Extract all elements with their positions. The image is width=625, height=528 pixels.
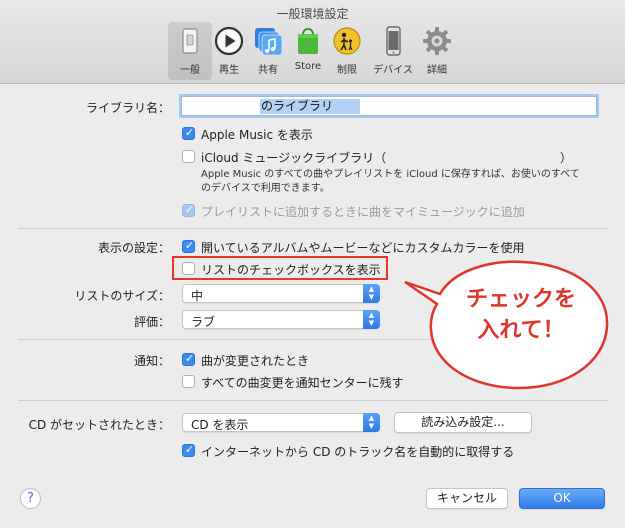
custom-color-checkbox[interactable]: ✓ (182, 239, 195, 253)
section-divider (18, 228, 608, 229)
device-iphone-icon (386, 26, 401, 56)
song-change-label: 曲が変更されたとき (201, 354, 310, 368)
list-size-select[interactable]: 中 ▲ ▼ (182, 284, 380, 303)
window-title: 一般環境設定 (276, 7, 349, 21)
toolbar-label-advanced: 詳細 (427, 65, 447, 76)
all-changes-checkbox[interactable] (182, 375, 195, 388)
icloud-note-line1: Apple Music のすべての曲やプレイリストを iCloud に保存すれば… (201, 169, 580, 180)
chevron-updown-icon: ▲ ▼ (363, 284, 380, 303)
annotation-text: チェックを 入れて！ (432, 284, 610, 346)
annotation-line2: 入れて！ (477, 318, 565, 343)
auto-fetch-checkbox[interactable]: ✓ (182, 443, 195, 457)
checkmark-icon: ✓ (184, 443, 195, 456)
import-settings-button[interactable]: 読み込み設定... (394, 412, 532, 433)
rating-select[interactable]: ラブ ▲ ▼ (182, 310, 380, 329)
gear-icon (423, 27, 451, 55)
auto-fetch-label: インターネットから CD のトラック名を自動的に取得する (201, 445, 515, 459)
preferences-window: 一般環境設定 一般 再生 共有 Store 制限 デバイス 詳細 ライブラリ名：… (0, 0, 625, 528)
chevron-updown-icon: ▲ ▼ (363, 310, 380, 329)
playlist-add-checkbox: ✓ (182, 203, 195, 217)
checkmark-icon: ✓ (184, 239, 195, 252)
checkmark-icon: ✓ (184, 126, 195, 139)
list-size-value: 中 (191, 289, 204, 303)
store-bag-icon (298, 28, 318, 54)
icloud-library-label: iCloud ミュージックライブラリ（ (201, 151, 387, 165)
annotation-line1: チェックを (465, 287, 576, 312)
checkmark-icon: ✓ (184, 203, 195, 216)
cd-action-value: CD を表示 (191, 418, 249, 432)
cd-action-select[interactable]: CD を表示 ▲ ▼ (182, 413, 380, 432)
annotation-highlight-box (172, 256, 388, 280)
icloud-note-line2: のデバイスで利用できます。 (201, 183, 330, 194)
cancel-button[interactable]: キャンセル (426, 488, 508, 509)
rating-value: ラブ (191, 315, 216, 329)
icloud-library-label-close: ） (560, 151, 573, 165)
display-settings-label: 表示の設定： (97, 241, 170, 255)
rating-label: 評価： (133, 315, 170, 329)
library-name-field[interactable]: のライブラリ (181, 96, 597, 116)
library-name-value: のライブラリ (260, 99, 360, 114)
parental-restrictions-icon (333, 27, 361, 55)
cd-insert-label: CD がセットされたとき： (28, 418, 170, 432)
play-icon (214, 26, 244, 56)
library-name-label: ライブラリ名： (85, 101, 170, 115)
ok-button[interactable]: OK (519, 488, 605, 509)
toolbar-tab-advanced[interactable]: 詳細 (415, 22, 459, 80)
chevron-updown-icon: ▲ ▼ (363, 413, 380, 432)
help-button[interactable]: ? (20, 488, 41, 509)
checkmark-icon: ✓ (184, 352, 195, 365)
list-size-label: リストのサイズ： (74, 289, 170, 303)
titlebar: 一般環境設定 一般 再生 共有 Store 制限 デバイス 詳細 (0, 0, 625, 84)
apple-music-label: Apple Music を表示 (201, 128, 313, 142)
section-divider (18, 400, 608, 401)
playlist-add-label: プレイリストに追加するときに曲をマイミュージックに追加 (201, 205, 525, 219)
icloud-library-checkbox[interactable] (182, 150, 195, 163)
shared-library-icon (255, 28, 283, 56)
all-changes-label: すべての曲変更を通知センターに残す (201, 376, 404, 390)
song-change-checkbox[interactable]: ✓ (182, 352, 195, 366)
toolbar-tab-restrictions[interactable]: 制限 (325, 22, 369, 80)
notifications-label: 通知： (133, 354, 170, 368)
general-switch-icon (182, 28, 198, 54)
apple-music-checkbox[interactable]: ✓ (182, 126, 195, 140)
